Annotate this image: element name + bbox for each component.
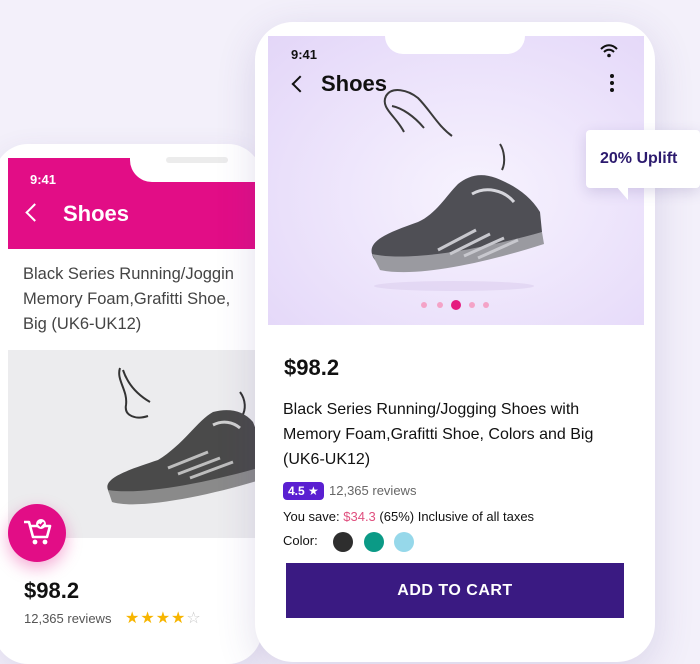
cart-button[interactable] — [8, 504, 66, 562]
carousel-dot-active[interactable] — [451, 300, 461, 310]
savings-label: You save: — [283, 509, 340, 524]
carousel-dot[interactable] — [437, 302, 443, 308]
savings-amount: $34.3 — [343, 509, 376, 524]
back-phone-screen: 9:41 Shoes Black Series Running/Joggin M… — [0, 144, 262, 664]
more-options-icon[interactable] — [610, 74, 616, 95]
carousel-dot[interactable] — [469, 302, 475, 308]
product-description: Black Series Running/Joggin Memory Foam,… — [23, 262, 262, 337]
cart-icon — [24, 519, 52, 545]
uplift-text: 20% Uplift — [600, 150, 678, 167]
phone-notch — [385, 36, 525, 54]
add-to-cart-button[interactable]: ADD TO CART — [286, 563, 624, 618]
uplift-callout: 20% Uplift — [586, 130, 700, 200]
status-time: 9:41 — [291, 47, 318, 62]
carousel-dot[interactable] — [421, 302, 427, 308]
star-icon: ★ — [171, 610, 187, 627]
wifi-icon — [600, 44, 618, 58]
front-phone-screen: 9:41 Shoes $98.2 Black Series Running/Jo… — [255, 22, 655, 662]
rating-badge: 4.5 ★ — [283, 482, 324, 500]
savings-info: You save: $34.3 (65%) Inclusive of all t… — [283, 509, 534, 524]
review-count[interactable]: 12,365 reviews — [329, 483, 416, 498]
product-price: $98.2 — [24, 578, 80, 603]
review-count[interactable]: 12,365 reviews — [24, 611, 111, 626]
status-time: 9:41 — [30, 172, 57, 187]
color-swatch-light-blue[interactable] — [394, 532, 414, 552]
speaker-bar — [166, 157, 228, 163]
description-line: Black Series Running/Joggin — [23, 265, 234, 283]
callout-tail — [616, 186, 628, 200]
star-outline-icon: ☆ — [186, 610, 202, 627]
color-swatch-teal[interactable] — [364, 532, 384, 552]
page-title: Shoes — [321, 71, 388, 96]
carousel-dot[interactable] — [483, 302, 489, 308]
star-icon: ★ — [140, 610, 156, 627]
description-line: Big (UK6-UK12) — [23, 315, 142, 333]
color-swatch-dark[interactable] — [333, 532, 353, 552]
product-name: Black Series Running/Jogging Shoes with … — [283, 401, 594, 468]
description-line: Memory Foam,Grafitti Shoe, — [23, 290, 231, 308]
color-label: Color: — [283, 533, 318, 548]
star-rating: ★★★★☆ — [125, 608, 202, 628]
savings-detail: (65%) Inclusive of all taxes — [379, 509, 535, 524]
star-icon: ★ — [125, 610, 141, 627]
page-title: Shoes — [63, 201, 130, 226]
star-icon: ★ — [155, 610, 172, 627]
product-price: $98.2 — [284, 355, 340, 380]
